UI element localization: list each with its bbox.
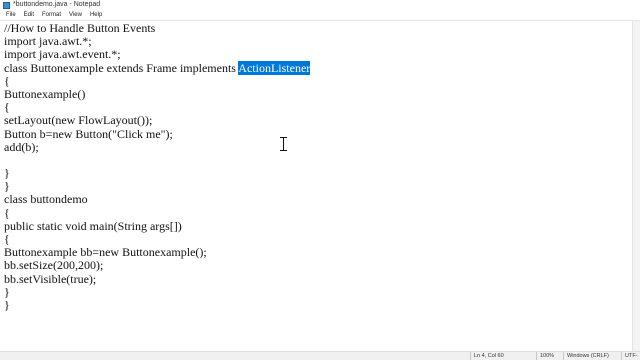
menu-bar: File Edit Format View Help — [0, 10, 640, 21]
menu-format[interactable]: Format — [42, 10, 61, 21]
text-editor[interactable]: //How to Handle Button Events import jav… — [0, 21, 632, 351]
menu-help[interactable]: Help — [90, 10, 102, 21]
code-line: } — [4, 284, 10, 299]
zoom-level: 100% — [536, 352, 563, 360]
code-line: bb.setVisible(true); — [4, 271, 97, 286]
code-line: { — [4, 73, 10, 88]
selected-text[interactable]: ActionListener — [238, 60, 311, 75]
code-line: public static void main(String args[]) — [4, 218, 182, 233]
code-line: setLayout(new FlowLayout()); — [4, 113, 153, 128]
code-line-text: class Buttonexample extends Frame implem… — [4, 60, 239, 75]
code-line: Buttonexample() — [4, 86, 86, 101]
vertical-scrollbar[interactable] — [632, 21, 640, 351]
line-ending: Windows (CRLF) — [563, 352, 621, 360]
code-line: } — [4, 166, 10, 181]
code-text: //How to Handle Button Events import jav… — [4, 21, 311, 312]
code-line: { — [4, 205, 10, 220]
code-line: Button b=new Button("Click me"); — [4, 126, 173, 141]
code-line: class buttondemo — [4, 192, 88, 207]
encoding: UTF- — [621, 352, 640, 360]
menu-file[interactable]: File — [6, 10, 16, 21]
title-bar: *buttondemo.java - Notepad — [0, 0, 640, 10]
code-line: add(b); — [4, 139, 39, 154]
text-cursor-icon — [280, 137, 287, 151]
cursor-position: Ln 4, Col 60 — [470, 352, 536, 360]
code-line: bb.setSize(200,200); — [4, 258, 104, 273]
code-line-with-selection: class Buttonexample extends Frame implem… — [4, 60, 311, 75]
window-title: *buttondemo.java - Notepad — [13, 1, 101, 8]
notepad-icon — [3, 1, 10, 9]
status-bar: Ln 4, Col 60 100% Windows (CRLF) UTF- — [0, 351, 640, 360]
code-line: } — [4, 297, 10, 312]
menu-edit[interactable]: Edit — [24, 10, 34, 21]
menu-view[interactable]: View — [69, 10, 82, 21]
